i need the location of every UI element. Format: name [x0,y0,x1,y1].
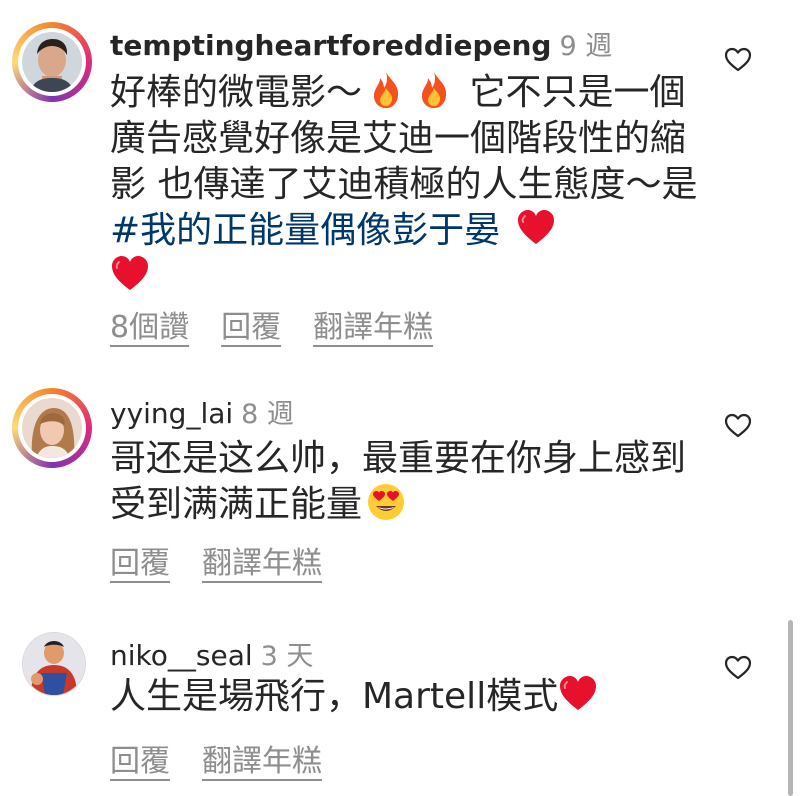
scrollbar[interactable] [788,620,793,796]
translate-button[interactable]: 翻譯年糕 [202,538,322,582]
translate-button[interactable]: 翻譯年糕 [313,302,433,346]
translate-button[interactable]: 翻譯年糕 [202,736,322,780]
comment-text: 好棒的微電影～ 它不只是一個廣告感覺好像是艾迪一個階段性的縮影 也傳達了艾迪積極… [110,70,710,300]
comment-text: 哥还是这么帅，最重要在你身上感到受到满满正能量 [110,438,687,525]
timestamp: 3 天 [260,641,314,672]
heart-emoji [110,254,150,294]
fire-emoji [414,70,454,110]
heart-eyes-emoji [366,482,406,522]
avatar-temptingheartforeddiepeng[interactable] [12,22,92,102]
reply-button[interactable]: 回覆 [110,736,170,780]
heart-emoji [558,674,598,714]
timestamp: 9 週 [559,31,613,62]
username[interactable]: yying_lai [110,397,233,430]
like-heart-icon[interactable] [724,46,752,74]
fire-emoji [366,70,406,110]
likes-count[interactable]: 8個讚 [110,302,189,346]
avatar-photo [23,633,85,695]
timestamp: 8 週 [241,399,294,430]
reply-button[interactable]: 回覆 [221,302,281,346]
username[interactable]: niko__seal [110,639,253,672]
avatar-yying_lai[interactable] [12,388,92,468]
comment-text: 人生是場飛行，Martell模式 [110,674,710,720]
avatar-niko__seal[interactable] [22,632,86,696]
like-heart-icon[interactable] [724,412,752,440]
avatar-photo [22,32,82,92]
username[interactable]: temptingheartforeddiepeng [110,29,551,62]
avatar-photo [22,398,82,458]
heart-emoji [516,208,556,248]
reply-button[interactable]: 回覆 [110,538,170,582]
like-heart-icon[interactable] [724,654,752,682]
hashtag-link[interactable]: #我的正能量偶像彭于晏 [110,210,500,251]
